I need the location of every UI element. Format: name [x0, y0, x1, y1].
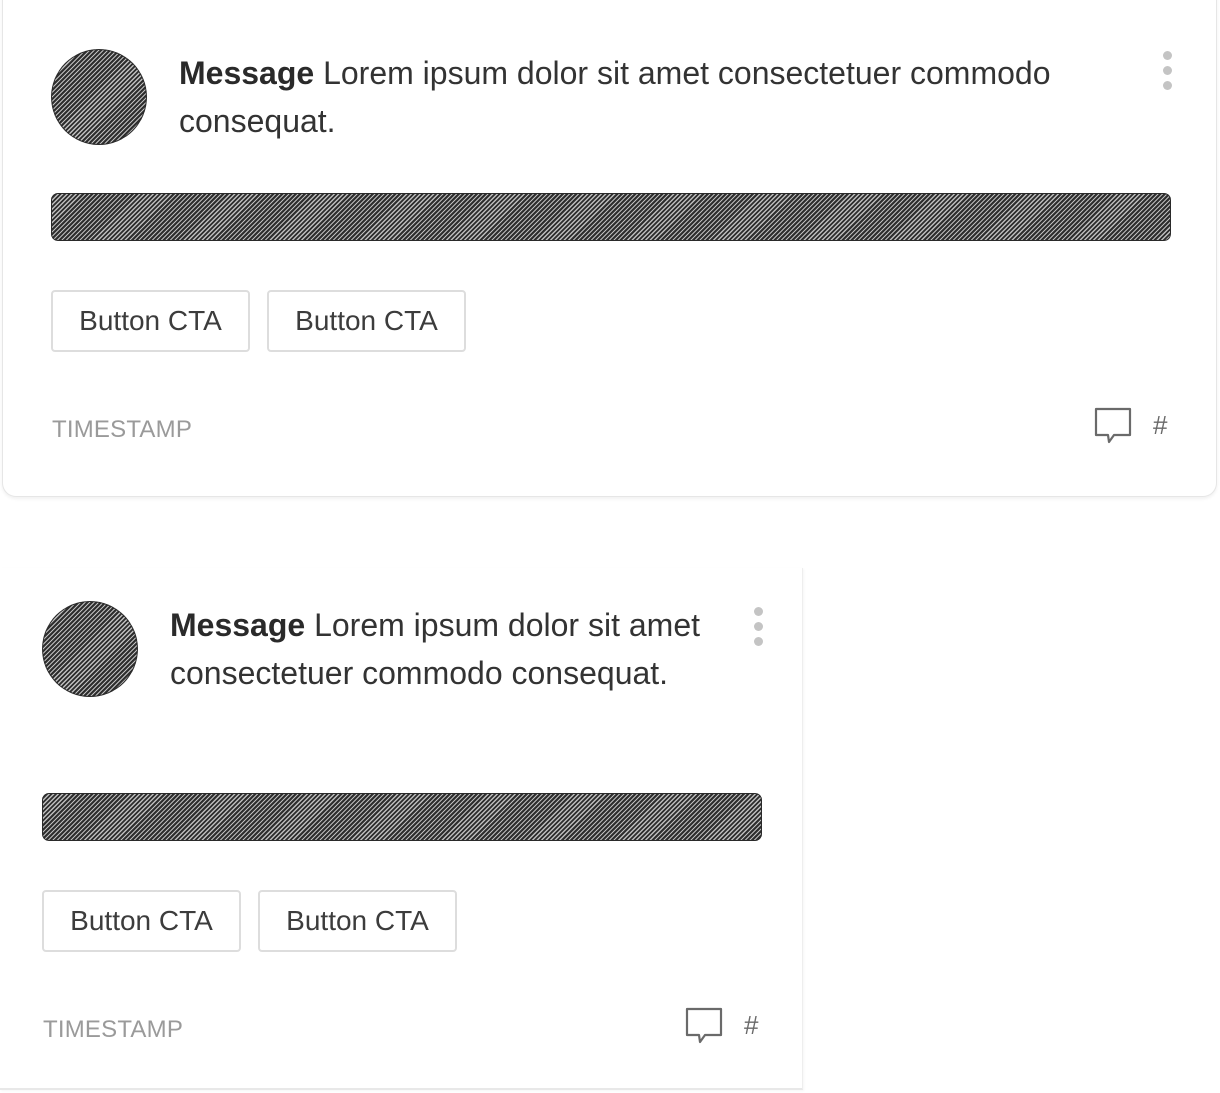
- avatar: [51, 49, 147, 145]
- notification-card-wide: Message Lorem ipsum dolor sit amet conse…: [2, 0, 1217, 497]
- message-text: Message Lorem ipsum dolor sit amet conse…: [170, 601, 710, 697]
- more-options-icon[interactable]: [1157, 51, 1177, 95]
- message-title: Message: [170, 607, 306, 643]
- timestamp: TIMESTAMP: [52, 416, 193, 443]
- cta-button-secondary[interactable]: Button CTA: [258, 890, 457, 952]
- content-placeholder-bar: [51, 193, 1171, 241]
- avatar: [42, 601, 138, 697]
- comment-count[interactable]: #: [744, 1010, 758, 1041]
- content-placeholder-bar: [42, 793, 762, 841]
- comment-icon[interactable]: [1093, 406, 1133, 446]
- notification-card-narrow: Message Lorem ipsum dolor sit amet conse…: [0, 568, 803, 1090]
- timestamp: TIMESTAMP: [43, 1016, 184, 1043]
- cta-button-secondary[interactable]: Button CTA: [267, 290, 466, 352]
- cta-button-primary[interactable]: Button CTA: [51, 290, 250, 352]
- comment-count[interactable]: #: [1153, 410, 1167, 441]
- message-title: Message: [179, 55, 315, 91]
- comment-icon[interactable]: [684, 1006, 724, 1046]
- more-options-icon[interactable]: [748, 607, 768, 651]
- message-text: Message Lorem ipsum dolor sit amet conse…: [179, 49, 1059, 145]
- cta-button-primary[interactable]: Button CTA: [42, 890, 241, 952]
